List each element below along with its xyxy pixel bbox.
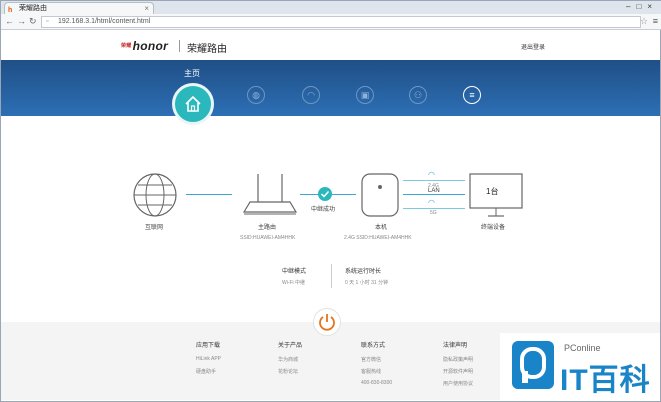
url-field[interactable]: ▫ 192.168.3.1/html/content.html bbox=[41, 16, 641, 28]
nav-banner bbox=[1, 60, 660, 116]
this-device-ssid: 2.4G SSID:HUAWEI-AM4HHK bbox=[344, 235, 412, 241]
this-router-icon[interactable] bbox=[360, 172, 400, 218]
home-icon bbox=[185, 95, 201, 112]
window-controls[interactable]: –□× bbox=[626, 2, 658, 11]
footer-link[interactable]: 用户使用协议 bbox=[443, 380, 473, 387]
more-nav-icon[interactable]: ≡ bbox=[463, 86, 481, 104]
footer-link[interactable]: HiLink APP bbox=[196, 356, 221, 362]
uptime-value: 0 天 1 小时 31 分钟 bbox=[345, 280, 389, 286]
link-line bbox=[186, 194, 232, 195]
footer-link[interactable]: 开源软件声明 bbox=[443, 368, 473, 375]
watermark-brand: PConline bbox=[564, 343, 601, 353]
main-router-label: 主路由 bbox=[258, 225, 277, 231]
device-count: 1台 bbox=[486, 187, 499, 196]
honor-logo: 荣耀honor bbox=[121, 39, 169, 53]
footer-link[interactable]: 官方微信 bbox=[361, 356, 381, 363]
hotline-number: 400-830-8300 bbox=[361, 380, 393, 386]
mode-label: 中继模式 bbox=[282, 269, 307, 275]
close-tab-icon[interactable]: × bbox=[144, 3, 149, 14]
wifi-5g-icon: ◠ bbox=[428, 198, 435, 207]
logout-link[interactable]: 退出登录 bbox=[521, 42, 545, 51]
band-5g-label: 5G bbox=[430, 210, 437, 216]
relay-status-label: 中继成功 bbox=[311, 207, 336, 213]
status-divider bbox=[331, 264, 332, 288]
home-nav-label: 主页 bbox=[184, 69, 200, 78]
reload-icon[interactable]: ↻ bbox=[29, 16, 37, 27]
power-button[interactable] bbox=[313, 308, 341, 336]
forward-icon[interactable]: → bbox=[17, 16, 26, 26]
page-subtitle: 荣耀路由 bbox=[187, 44, 227, 55]
footer-col4-title: 法律声明 bbox=[443, 343, 468, 349]
url-text: 192.168.3.1/html/content.html bbox=[58, 18, 151, 25]
band5-line bbox=[403, 208, 465, 209]
terminal-label: 终端设备 bbox=[481, 225, 506, 231]
watermark-name: IT百科 bbox=[560, 364, 651, 397]
browser-menu-icon[interactable]: ≡ bbox=[653, 16, 658, 26]
logo-divider bbox=[179, 40, 180, 52]
check-icon bbox=[318, 187, 332, 201]
footer-col2-title: 关于产品 bbox=[278, 343, 303, 349]
this-device-label: 本机 bbox=[375, 225, 388, 231]
page-icon: ▫ bbox=[46, 18, 49, 25]
uptime-label: 系统运行时长 bbox=[345, 269, 382, 275]
back-icon[interactable]: ← bbox=[5, 16, 14, 26]
bookmark-star-icon[interactable]: ☆ bbox=[640, 16, 648, 27]
tab-title: 荣耀路由 bbox=[19, 5, 47, 12]
home-nav-button[interactable] bbox=[172, 83, 214, 125]
page-header: 荣耀honor 荣耀路由 退出登录 bbox=[1, 30, 660, 60]
devices-nav-icon[interactable]: ▣ bbox=[356, 86, 374, 104]
pconline-logo-icon bbox=[512, 341, 554, 389]
browser-tab[interactable]: h 荣耀路由 × bbox=[4, 2, 154, 14]
main-router-icon[interactable] bbox=[240, 172, 300, 218]
user-nav-icon[interactable]: ⚇ bbox=[409, 86, 427, 104]
power-icon bbox=[319, 314, 335, 331]
mode-value: Wi-Fi 中继 bbox=[282, 280, 306, 286]
wifi-nav-icon[interactable]: ◠ bbox=[302, 86, 320, 104]
footer-col1-title: 应用下载 bbox=[196, 343, 221, 349]
watermark: PConline IT百科 bbox=[500, 333, 660, 401]
footer-link[interactable]: 客服热线 bbox=[361, 368, 381, 375]
band24-line bbox=[403, 180, 465, 181]
footer-link[interactable]: 华为商城 bbox=[278, 356, 298, 363]
footer-col3-title: 联系方式 bbox=[361, 343, 386, 349]
lan-line bbox=[403, 194, 465, 195]
wifi-24g-icon: ◠ bbox=[428, 170, 435, 179]
lan-label: LAN bbox=[428, 188, 440, 194]
globe-icon[interactable] bbox=[130, 170, 180, 220]
internet-nav-icon[interactable]: ◍ bbox=[247, 86, 265, 104]
address-bar: ← → ↻ ▫ 192.168.3.1/html/content.html ☆ … bbox=[1, 14, 661, 30]
internet-label: 互联网 bbox=[145, 225, 164, 231]
footer-link[interactable]: 花粉论坛 bbox=[278, 368, 298, 375]
main-router-ssid: SSID:HUAWEI-AM4HHK bbox=[240, 235, 296, 241]
tab-bar: h 荣耀路由 × –□× bbox=[1, 1, 661, 14]
footer-link[interactable]: 隐私政策声明 bbox=[443, 356, 473, 363]
footer-link[interactable]: 硬盘助手 bbox=[196, 368, 216, 375]
